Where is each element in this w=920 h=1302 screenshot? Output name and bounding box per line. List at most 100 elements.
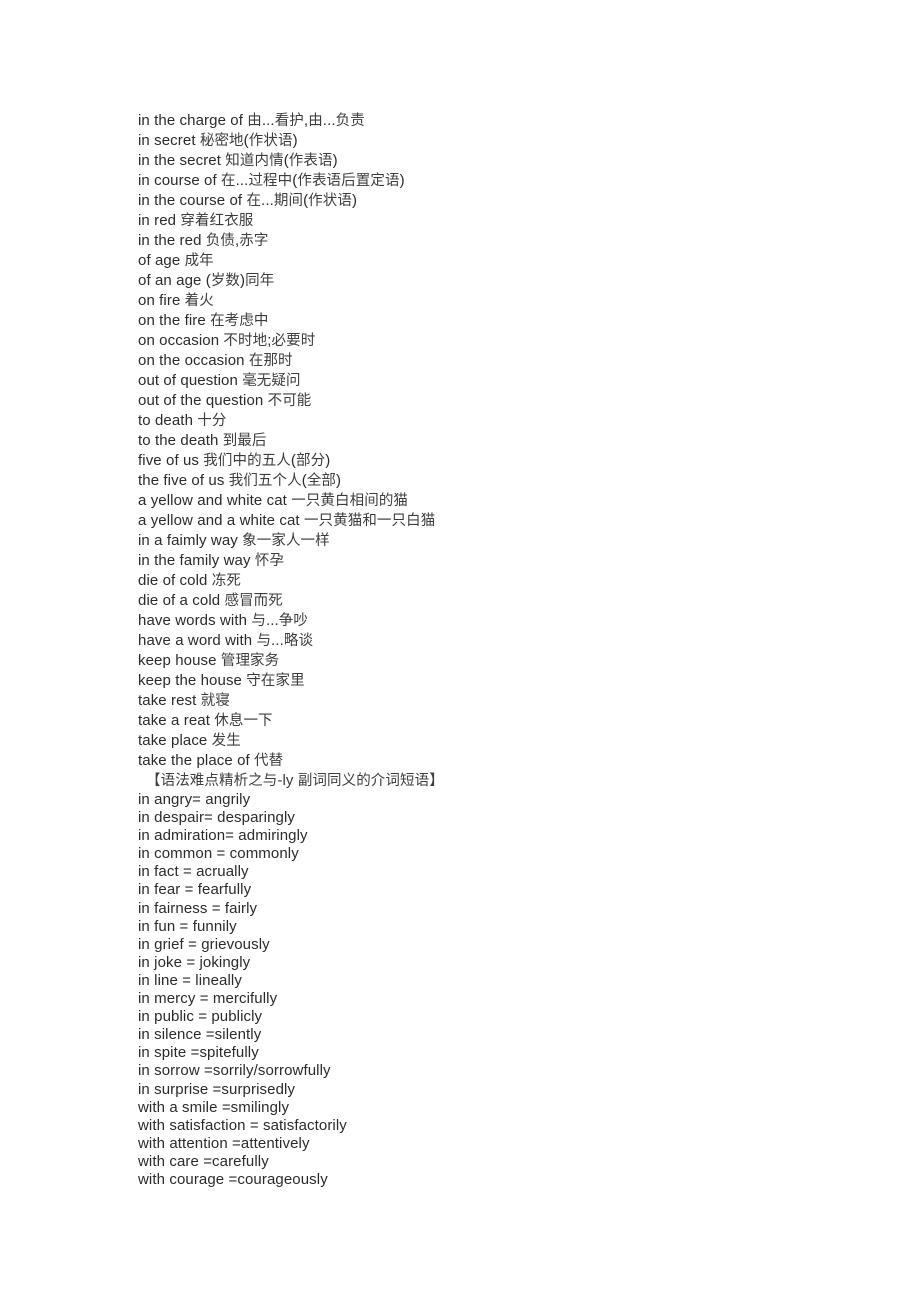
phrase-line: the five of us 我们五个人(全部): [138, 471, 878, 491]
phrase-line: in the red 负债,赤字: [138, 231, 878, 251]
english-phrase: in spite =spitefully: [138, 1044, 259, 1062]
phrase-line: die of a cold 感冒而死: [138, 591, 878, 611]
english-phrase: with care =carefully: [138, 1152, 269, 1170]
english-phrase: in red: [138, 212, 181, 229]
english-phrase: in the red: [138, 232, 206, 249]
english-phrase: ...: [261, 112, 275, 129]
text-column: in the charge of 由...看护,由...负责 in secret …: [138, 111, 878, 1189]
chinese-gloss: 穿着红衣服: [180, 213, 254, 229]
chinese-gloss: 守在家里: [246, 673, 305, 689]
chinese-gloss: 我们中的五人: [203, 453, 291, 469]
phrase-line: on the occasion 在那时: [138, 351, 878, 371]
english-phrase: -ly: [277, 772, 298, 789]
phrase-line: in mercy = mercifully: [138, 990, 878, 1008]
english-phrase: ): [332, 152, 338, 169]
english-phrase: out of question: [138, 372, 243, 389]
chinese-gloss: 部分: [296, 453, 326, 469]
english-phrase: die of cold: [138, 572, 212, 589]
phrase-line: in common = commonly: [138, 845, 878, 863]
english-phrase: ...: [271, 632, 284, 649]
english-phrase: in admiration= admiringly: [138, 827, 308, 845]
chinese-gloss: 与: [251, 613, 266, 629]
english-phrase: ...: [265, 612, 279, 629]
phrase-line: to the death 到最后: [138, 431, 878, 451]
chinese-gloss: 负债: [205, 233, 236, 249]
english-phrase: on the occasion: [138, 352, 249, 369]
phrase-line: take place 发生: [138, 731, 878, 751]
english-phrase: in public = publicly: [138, 1008, 263, 1026]
phrase-line: in secret 秘密地(作状语): [138, 131, 878, 151]
chinese-gloss: 看护: [274, 113, 304, 129]
chinese-gloss: 发生: [211, 733, 241, 749]
english-phrase: in common = commonly: [138, 845, 299, 863]
english-phrase: in mercy = mercifully: [138, 990, 278, 1008]
phrase-line: on the fire 在考虑中: [138, 311, 878, 331]
phrase-line: with attention =attentively: [138, 1135, 878, 1153]
phrase-line: of an age (岁数)同年: [138, 271, 878, 291]
chinese-gloss: 管理家务: [220, 653, 280, 669]
english-phrase: die of a cold: [138, 592, 225, 609]
chinese-gloss: 就寝: [200, 693, 230, 709]
chinese-gloss: 同年: [245, 273, 275, 289]
phrase-line: of age 成年: [138, 251, 878, 271]
chinese-gloss: 作状语: [308, 193, 352, 209]
chinese-gloss: 知道内情: [225, 153, 284, 169]
chinese-gloss: 我们五个人: [228, 473, 302, 489]
english-phrase: in the family way: [138, 552, 255, 569]
english-phrase: on fire: [138, 292, 185, 309]
english-phrase: in sorrow =sorrily/sorrowfully: [138, 1062, 331, 1080]
english-phrase: to the death: [138, 432, 223, 449]
document-page: in the charge of 由...看护,由...负责 in secret …: [0, 0, 920, 1302]
english-phrase: on occasion: [138, 332, 224, 349]
phrase-line: in silence =silently: [138, 1026, 878, 1044]
chinese-gloss: 作表语: [288, 153, 333, 169]
english-phrase: ): [325, 452, 331, 469]
english-phrase: take a reat: [138, 712, 215, 729]
english-phrase: ...: [235, 172, 249, 189]
chinese-gloss: 在: [221, 173, 236, 189]
chinese-gloss: 略谈: [283, 633, 314, 649]
english-phrase: in course of: [138, 172, 222, 189]
phrase-line: keep the house 守在家里: [138, 671, 878, 691]
english-phrase: to death: [138, 412, 198, 429]
english-phrase: with a smile =smilingly: [138, 1098, 290, 1116]
phrase-line: in the charge of 由...看护,由...负责: [138, 111, 878, 131]
chinese-gloss: 不时地: [223, 333, 268, 349]
phrase-line: in the course of 在...期间(作状语): [138, 191, 878, 211]
phrase-line: take the place of 代替: [138, 751, 878, 771]
chinese-gloss: 十分: [197, 413, 227, 429]
phrase-line: in grief = grievously: [138, 936, 878, 954]
chinese-gloss: 在: [246, 193, 262, 209]
chinese-gloss: 代替: [254, 753, 284, 769]
english-phrase: with attention =attentively: [138, 1134, 310, 1152]
phrase-line: die of cold 冻死: [138, 571, 878, 591]
english-phrase: have a word with: [138, 632, 257, 649]
english-phrase: in surprise =surprisedly: [138, 1080, 296, 1098]
chinese-gloss: 副词同义的介词短语】: [297, 773, 444, 789]
english-phrase: on the fire: [138, 312, 211, 329]
chinese-gloss: 由: [308, 113, 323, 129]
english-phrase: of age: [138, 252, 185, 269]
chinese-gloss: 争吵: [278, 613, 308, 629]
phrase-line: in public = publicly: [138, 1008, 878, 1026]
english-phrase: in the course of: [138, 192, 247, 209]
chinese-gloss: 过程中: [248, 173, 293, 189]
phrase-line: in fairness = fairly: [138, 900, 878, 918]
english-phrase: in secret: [138, 132, 200, 149]
english-phrase: of an age (: [138, 272, 211, 289]
phrase-line: a yellow and a white cat 一只黄猫和一只白猫: [138, 511, 878, 531]
chinese-gloss: 着火: [184, 293, 214, 309]
phrase-line: five of us 我们中的五人(部分): [138, 451, 878, 471]
phrase-line: a yellow and white cat 一只黄白相间的猫: [138, 491, 878, 511]
chinese-gloss: 怀孕: [254, 553, 285, 569]
english-phrase: keep the house: [138, 672, 247, 689]
phrase-line: out of question 毫无疑问: [138, 371, 878, 391]
chinese-gloss: 全部: [306, 473, 337, 489]
chinese-gloss: 必要时: [271, 333, 316, 349]
phrase-line: in the secret 知道内情(作表语): [138, 151, 878, 171]
chinese-gloss: 毫无疑问: [242, 373, 301, 389]
phrase-line: with courage =courageously: [138, 1171, 878, 1189]
english-phrase: in the secret: [138, 152, 226, 169]
chinese-gloss: 由: [247, 113, 262, 129]
phrase-line: on occasion 不时地;必要时: [138, 331, 878, 351]
